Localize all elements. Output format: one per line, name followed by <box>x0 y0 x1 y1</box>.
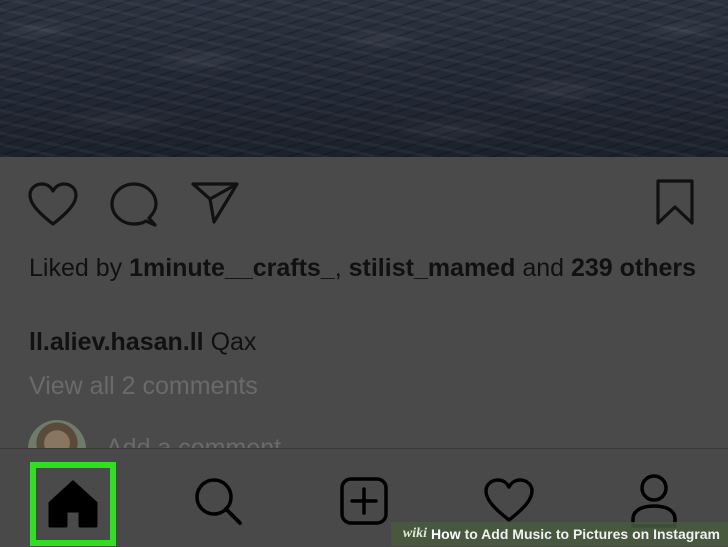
watermark-wiki: wiki <box>402 526 428 541</box>
profile-icon <box>631 474 677 528</box>
post-photo[interactable] <box>0 0 728 157</box>
liker-username-2[interactable]: stilist_mamed <box>349 254 516 282</box>
watermark-title: to Add Music to Pictures on Instagram <box>464 526 720 542</box>
search-icon <box>195 478 242 525</box>
caption-text: Qax <box>203 328 257 356</box>
nav-search-button[interactable] <box>176 459 260 543</box>
wikihow-watermark: wiki How to Add Music to Pictures on Inst… <box>390 522 728 546</box>
like-heart-icon[interactable] <box>27 182 79 228</box>
paper-plane-icon[interactable] <box>190 180 240 226</box>
liker-username-1[interactable]: 1minute__crafts_ <box>129 254 335 282</box>
photo-texture <box>0 0 728 157</box>
post-caption: ll.aliev.hasan.ll Qax <box>29 326 256 359</box>
likes-summary: Liked by 1minute__crafts_, stilist_mamed… <box>29 252 709 285</box>
likes-separator: , <box>334 254 349 282</box>
caption-username[interactable]: ll.aliev.hasan.ll <box>29 328 204 356</box>
heart-icon <box>484 478 534 522</box>
home-icon <box>48 480 98 528</box>
bookmark-icon[interactable] <box>655 178 695 226</box>
nav-home-button[interactable] <box>30 462 116 546</box>
add-post-icon <box>340 477 388 525</box>
likes-prefix: Liked by <box>29 254 130 282</box>
view-comments-link[interactable]: View all 2 comments <box>29 372 258 401</box>
likes-and: and <box>515 254 571 282</box>
likes-others-count[interactable]: 239 others <box>571 254 696 282</box>
post-actions <box>0 178 728 228</box>
comment-icon[interactable] <box>109 180 159 230</box>
watermark-how: How <box>431 526 461 542</box>
home-highlight-inner <box>36 468 110 540</box>
